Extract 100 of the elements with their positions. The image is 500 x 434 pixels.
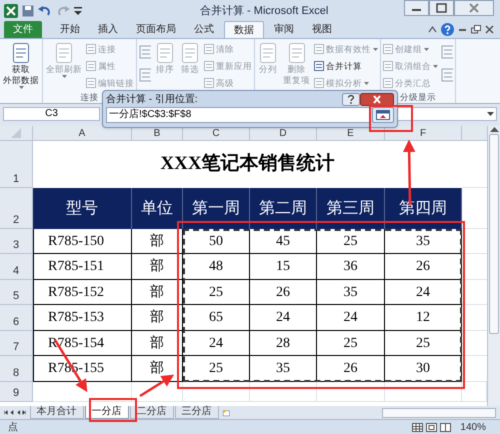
caret-icon — [373, 48, 378, 50]
minimize-icon[interactable] — [404, 0, 429, 16]
page-layout-icon[interactable] — [426, 422, 438, 432]
row-header[interactable]: 8 — [0, 356, 33, 382]
sheet-tab[interactable]: 二分店 — [130, 406, 174, 419]
table-cell: 26 — [317, 356, 385, 382]
empty-cell[interactable] — [385, 382, 462, 402]
restore-icon[interactable] — [429, 0, 454, 16]
empty-cell[interactable] — [250, 382, 317, 402]
empty-cell[interactable] — [317, 382, 385, 402]
close-icon[interactable] — [485, 25, 494, 34]
undo-icon[interactable] — [38, 4, 52, 16]
ribbon-button[interactable]: 获取 外部数据 — [2, 42, 40, 89]
help-icon[interactable] — [441, 23, 454, 36]
row-header[interactable]: 7 — [0, 331, 33, 356]
empty-cell[interactable] — [183, 382, 250, 402]
ribbon-tab[interactable]: 视图 — [304, 21, 340, 38]
table-icon — [86, 78, 96, 88]
column-header[interactable]: F — [385, 126, 462, 141]
header-cell: 型号 — [33, 188, 132, 229]
window-icon — [376, 110, 390, 120]
table-cell: 50 — [183, 229, 250, 254]
table-icon — [383, 61, 393, 71]
scroll-bar[interactable] — [487, 126, 500, 406]
ribbon-tab[interactable]: 公式 — [186, 21, 222, 38]
table-cell: 65 — [183, 305, 250, 331]
header-cell: 单位 — [132, 188, 183, 229]
collapse-ribbon-icon[interactable] — [428, 25, 437, 34]
ribbon-tab[interactable]: 开始 — [52, 21, 88, 38]
document-icon — [54, 42, 74, 64]
row-header[interactable]: 6 — [0, 305, 33, 331]
table-cell: 35 — [317, 280, 385, 305]
table-icon — [314, 44, 324, 54]
save-icon[interactable] — [22, 4, 34, 16]
table-icon — [314, 78, 324, 88]
table-cell: 部 — [132, 356, 183, 382]
expand-icon[interactable] — [487, 112, 494, 116]
caret-icon — [433, 64, 438, 68]
excel-icon[interactable] — [4, 4, 18, 18]
table-cell: 15 — [250, 254, 317, 280]
sheet-title: XXX笔记本销售统计 — [160, 152, 335, 176]
document-icon — [11, 42, 31, 64]
window-title: 合并计算 - Microsoft Excel — [200, 4, 328, 19]
group-label: 连接 — [80, 90, 98, 103]
status-mode: 点 — [8, 420, 18, 434]
table-cell: R785-150 — [33, 229, 132, 254]
table-cell: R785-152 — [33, 280, 132, 305]
sheet-navigation-icon[interactable] — [4, 408, 27, 417]
table-cell: 部 — [132, 254, 183, 280]
horizontal-scroll-bar[interactable] — [382, 408, 496, 418]
row-header[interactable]: 4 — [0, 254, 33, 280]
empty-cell[interactable] — [132, 382, 183, 402]
sheet-tab[interactable]: 一分店 — [84, 406, 129, 419]
row-header[interactable]: 1 — [0, 141, 33, 188]
highlight-frame — [89, 398, 137, 422]
table-cell: 24 — [385, 280, 462, 305]
reference-input[interactable]: 一分店!$C$3:$F$8 — [106, 107, 370, 123]
table-icon — [86, 61, 96, 71]
highlight-frame — [369, 105, 413, 132]
ribbon-tab[interactable]: 审阅 — [266, 21, 302, 38]
row-header[interactable]: 3 — [0, 229, 33, 254]
caret-icon — [364, 82, 369, 84]
ribbon-tab[interactable]: 插入 — [90, 21, 126, 38]
table-cell: 25 — [317, 331, 385, 356]
close-icon[interactable] — [360, 92, 394, 106]
header-cell: 第三周 — [317, 188, 385, 229]
row-header[interactable]: 2 — [0, 188, 33, 229]
restore-icon[interactable] — [471, 25, 481, 34]
table-cell: R785-151 — [33, 254, 132, 280]
ribbon-button[interactable]: 合并计算 — [314, 59, 378, 73]
table-icon — [383, 78, 393, 88]
name-box[interactable]: C3 — [3, 107, 100, 121]
help-icon[interactable] — [342, 92, 360, 106]
table-cell: 部 — [132, 305, 183, 331]
column-header[interactable]: A — [33, 126, 132, 141]
sheet-tab[interactable]: 本月合计 — [30, 406, 84, 419]
expand-dialog-button[interactable] — [372, 107, 394, 123]
table-cell: 24 — [317, 305, 385, 331]
normal-view-icon[interactable] — [412, 422, 424, 432]
sheet-tab[interactable]: 三分店 — [174, 406, 219, 419]
document-icon — [258, 42, 278, 64]
caret-icon — [424, 48, 429, 50]
header-cell: 第一周 — [183, 188, 250, 229]
row-header[interactable]: 5 — [0, 280, 33, 305]
ribbon-tab[interactable]: 数据 — [224, 21, 264, 38]
ribbon-tab[interactable]: 页面布局 — [128, 21, 184, 38]
table-icon — [204, 44, 214, 54]
caret-icon — [18, 86, 24, 89]
group-label: 分级显示 — [400, 90, 436, 103]
document-icon — [155, 42, 175, 64]
caret-icon — [62, 75, 66, 78]
table-icon — [86, 44, 96, 54]
table-cell: 25 — [183, 280, 250, 305]
row-header[interactable]: 9 — [0, 382, 33, 402]
zoom-level: 140% — [460, 420, 486, 434]
customize-icon[interactable] — [74, 6, 82, 16]
table-icon — [204, 61, 214, 71]
table-cell: 部 — [132, 229, 183, 254]
file-tab[interactable]: 文件 — [4, 21, 42, 38]
page-break-icon[interactable] — [440, 422, 452, 432]
